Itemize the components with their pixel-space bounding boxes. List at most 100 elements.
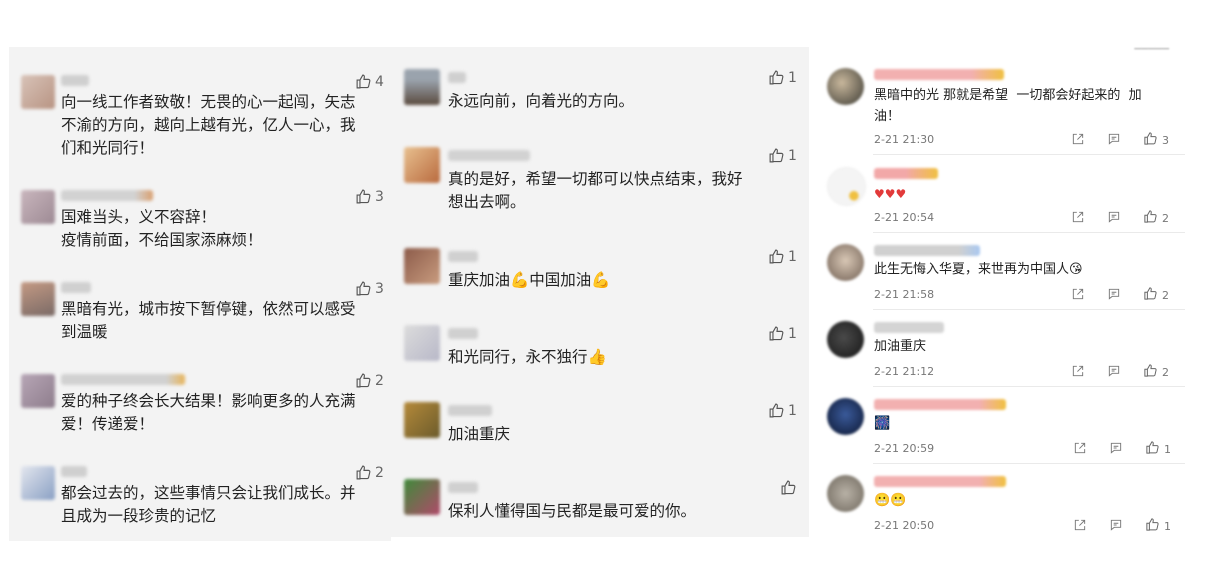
like-button[interactable]: 1	[1145, 517, 1171, 535]
share-icon	[1071, 364, 1085, 381]
share-button[interactable]	[1071, 287, 1085, 304]
thumbs-up-icon	[1145, 517, 1160, 535]
timestamp: 2-21 21:12	[874, 365, 935, 378]
share-button[interactable]	[1071, 210, 1085, 227]
like-button[interactable]: 1	[768, 402, 797, 419]
like-count: 1	[788, 147, 797, 164]
username[interactable]	[874, 476, 1006, 487]
like-button[interactable]: 3	[1143, 131, 1169, 149]
like-button[interactable]: 2	[1143, 286, 1169, 304]
like-button[interactable]: 2	[1143, 209, 1169, 227]
comment-icon	[1109, 518, 1123, 535]
thumbs-up-icon	[1143, 286, 1158, 304]
avatar[interactable]	[827, 68, 864, 105]
like-count: 2	[375, 372, 384, 389]
username[interactable]	[61, 466, 87, 477]
comment-text: 向一线工作者致敬！无畏的心一起闯，矢志 不渝的方向，越向上越有光，亿人一心，我 …	[61, 93, 356, 157]
thumbs-up-icon	[768, 325, 785, 342]
timestamp: 2-21 21:30	[874, 133, 935, 146]
like-button[interactable]: 3	[355, 188, 384, 205]
username[interactable]	[448, 328, 478, 339]
comment-text: 加油重庆	[874, 339, 927, 354]
comment-text: 和光同行，永不独行👍	[448, 348, 607, 366]
avatar[interactable]	[21, 374, 55, 408]
avatar[interactable]	[404, 325, 440, 361]
like-button[interactable]: 2	[355, 464, 384, 481]
avatar[interactable]	[827, 244, 864, 281]
username[interactable]	[61, 374, 185, 385]
like-button[interactable]: 1	[1145, 440, 1171, 458]
timestamp: 2-21 21:58	[874, 288, 935, 301]
avatar[interactable]	[404, 402, 440, 438]
username[interactable]	[448, 482, 478, 493]
username[interactable]	[874, 245, 980, 256]
reply-button[interactable]	[1107, 364, 1121, 381]
timestamp: 2-21 20:54	[874, 211, 935, 224]
username[interactable]	[448, 150, 530, 161]
like-count: 3	[375, 280, 384, 297]
reply-button[interactable]	[1107, 287, 1121, 304]
share-button[interactable]	[1073, 518, 1087, 535]
divider	[873, 154, 1185, 155]
avatar[interactable]	[404, 147, 440, 183]
comment-text: 此生无悔入华夏，来世再为中国人😘	[874, 262, 1083, 277]
like-button[interactable]: 2	[355, 372, 384, 389]
avatar[interactable]	[404, 479, 440, 515]
divider	[873, 463, 1185, 464]
right-comment-panel: ▁▁▁▁▁ 黑暗中的光 那就是希望 一切都会好起来的 加 油！ 2-21 21:…	[813, 40, 1185, 545]
username[interactable]	[874, 168, 938, 179]
divider	[873, 309, 1185, 310]
avatar[interactable]	[21, 466, 55, 500]
like-button[interactable]	[780, 479, 800, 496]
share-button[interactable]	[1071, 132, 1085, 149]
comment-text: 黑暗有光，城市按下暂停键，依然可以感受 到温暖	[61, 300, 356, 341]
avatar[interactable]	[827, 475, 864, 512]
username[interactable]	[61, 190, 153, 201]
comment-actions: 2	[1071, 209, 1169, 227]
username[interactable]	[448, 72, 466, 83]
share-icon	[1071, 132, 1085, 149]
avatar[interactable]	[404, 248, 440, 284]
avatar[interactable]	[404, 69, 440, 105]
comment-icon	[1107, 132, 1121, 149]
like-count: 1	[788, 248, 797, 265]
like-button[interactable]: 3	[355, 280, 384, 297]
like-button[interactable]: 1	[768, 69, 797, 86]
avatar[interactable]	[827, 167, 866, 206]
like-button[interactable]: 1	[768, 325, 797, 342]
reply-button[interactable]	[1107, 132, 1121, 149]
avatar[interactable]	[21, 282, 55, 316]
divider	[873, 232, 1185, 233]
comment-actions: 1	[1073, 517, 1171, 535]
left-comment-panel: 向一线工作者致敬！无畏的心一起闯，矢志 不渝的方向，越向上越有光，亿人一心，我 …	[9, 47, 391, 541]
comment-text: 真的是好，希望一切都可以快点结束，我好 想出去啊。	[448, 170, 743, 211]
like-button[interactable]: 1	[768, 147, 797, 164]
reply-button[interactable]	[1107, 210, 1121, 227]
username[interactable]	[61, 282, 91, 293]
like-button[interactable]: 1	[768, 248, 797, 265]
avatar[interactable]	[21, 75, 55, 109]
thumbs-up-icon	[355, 372, 372, 389]
comment-icon	[1109, 441, 1123, 458]
like-count: 2	[1162, 365, 1169, 379]
like-button[interactable]: 2	[1143, 363, 1169, 381]
like-count: 1	[1164, 442, 1171, 456]
like-button[interactable]: 4	[355, 73, 384, 90]
username[interactable]	[874, 399, 1006, 410]
username[interactable]	[448, 251, 478, 262]
avatar[interactable]	[827, 321, 864, 358]
username[interactable]	[874, 69, 1004, 80]
username[interactable]	[874, 322, 944, 333]
reply-button[interactable]	[1109, 441, 1123, 458]
share-button[interactable]	[1071, 364, 1085, 381]
share-button[interactable]	[1073, 441, 1087, 458]
reply-button[interactable]	[1109, 518, 1123, 535]
thumbs-up-icon	[1145, 440, 1160, 458]
share-icon	[1073, 518, 1087, 535]
avatar[interactable]	[827, 398, 864, 435]
username[interactable]	[448, 405, 492, 416]
thumbs-up-icon	[768, 69, 785, 86]
username[interactable]	[61, 75, 89, 86]
avatar[interactable]	[21, 190, 55, 224]
sort-hint: ▁▁▁▁▁	[1134, 40, 1169, 50]
